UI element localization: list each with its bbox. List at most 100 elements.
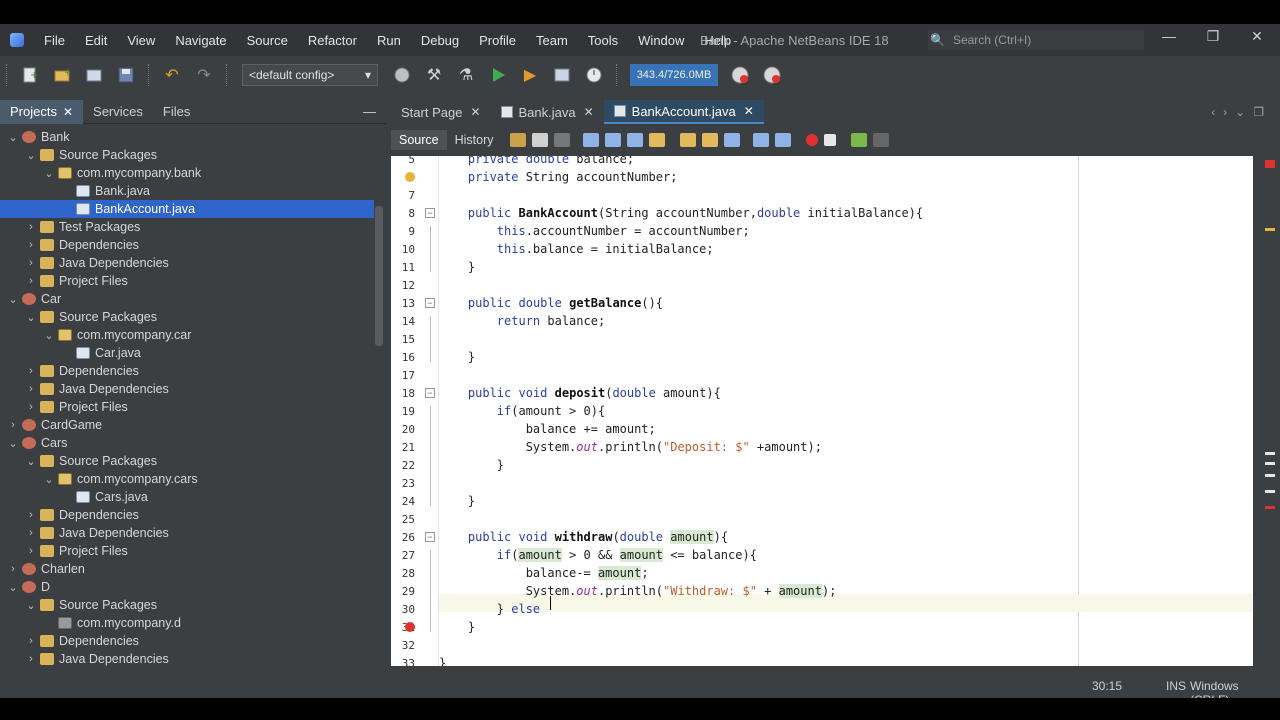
tree-project-item[interactable]: ⌄ Car xyxy=(0,290,374,308)
debug-icon[interactable]: ▶ xyxy=(518,63,542,87)
config-select[interactable]: <default config> ▾ xyxy=(242,64,378,86)
code-line[interactable]: public BankAccount(String accountNumber,… xyxy=(439,204,923,222)
code-line[interactable]: if(amount > 0 && amount <= balance){ xyxy=(439,546,757,564)
error-icon[interactable] xyxy=(405,622,415,632)
close-icon[interactable]: ✕ xyxy=(470,105,480,119)
chevron-right-icon[interactable]: › xyxy=(24,401,38,413)
run-icon[interactable] xyxy=(486,63,510,87)
stripe-mark[interactable] xyxy=(1265,490,1275,493)
globe-icon[interactable] xyxy=(390,63,414,87)
tab-projects[interactable]: Projects ✕ xyxy=(0,99,84,124)
menu-file[interactable]: File xyxy=(34,33,75,48)
code-line[interactable]: balance += amount; xyxy=(439,420,656,438)
back-icon[interactable] xyxy=(531,133,548,147)
menu-view[interactable]: View xyxy=(117,33,165,48)
code-line[interactable]: System.out.println("Deposit: $" +amount)… xyxy=(439,438,822,456)
source-mode-button[interactable]: Source xyxy=(391,130,447,150)
fold-toggle-icon[interactable]: − xyxy=(425,388,435,398)
next-bookmark-icon[interactable] xyxy=(701,133,718,147)
tree-node-item[interactable]: › Java Dependencies xyxy=(0,524,374,542)
chevron-down-icon[interactable]: ⌄ xyxy=(42,329,56,342)
tree-node-item[interactable]: › Java Dependencies xyxy=(0,254,374,272)
last-edit-icon[interactable] xyxy=(509,133,526,147)
chevron-down-icon[interactable]: ⌄ xyxy=(42,167,56,180)
chevron-right-icon[interactable]: › xyxy=(6,419,20,431)
minimize-panel-icon[interactable]: — xyxy=(363,104,376,119)
warning-icon[interactable] xyxy=(405,172,415,182)
save-all-icon[interactable] xyxy=(114,63,138,87)
chevron-right-icon[interactable]: › xyxy=(24,275,38,287)
chevron-down-icon[interactable]: ⌄ xyxy=(42,473,56,486)
fold-toggle-icon[interactable]: − xyxy=(425,298,435,308)
toggle-highlight-icon[interactable] xyxy=(648,133,665,147)
tab-bankaccount-java[interactable]: BankAccount.java ✕ xyxy=(603,100,764,124)
minimize-button[interactable]: — xyxy=(1154,28,1184,44)
tab-bank-java[interactable]: Bank.java ✕ xyxy=(491,100,604,124)
stripe-mark[interactable] xyxy=(1265,474,1275,477)
tree-node-item[interactable]: ⌄ Source Packages xyxy=(0,452,374,470)
code-line[interactable]: } xyxy=(439,258,475,276)
close-icon[interactable]: ✕ xyxy=(584,105,594,119)
chevron-right-icon[interactable]: › xyxy=(24,257,38,269)
menu-team[interactable]: Team xyxy=(526,33,578,48)
menu-source[interactable]: Source xyxy=(237,33,298,48)
restore-button[interactable]: ❐ xyxy=(1198,28,1228,45)
menu-navigate[interactable]: Navigate xyxy=(165,33,236,48)
code-editor[interactable]: 5678910111213141516171819202122232425262… xyxy=(391,156,1253,666)
tree-node-item[interactable]: ⌄ com.mycompany.bank xyxy=(0,164,374,182)
tree-node-item[interactable]: com.mycompany.d xyxy=(0,614,374,632)
record-macro-icon[interactable] xyxy=(805,134,818,146)
new-file-icon[interactable]: + xyxy=(18,63,42,87)
code-line[interactable]: } xyxy=(439,348,475,366)
code-line[interactable]: System.out.println("Withdraw: $" + amoun… xyxy=(439,582,836,600)
menu-run[interactable]: Run xyxy=(367,33,411,48)
chevron-down-icon[interactable]: ⌄ xyxy=(6,437,20,450)
chevron-right-icon[interactable]: › xyxy=(24,545,38,557)
chevron-right-icon[interactable]: › xyxy=(24,509,38,521)
find-next-icon[interactable] xyxy=(626,133,643,147)
tree-file-item[interactable]: BankAccount.java xyxy=(0,200,374,218)
gc-icon[interactable] xyxy=(728,63,752,87)
new-project-icon[interactable]: + xyxy=(50,63,74,87)
chevron-right-icon[interactable]: › xyxy=(24,383,38,395)
tree-node-item[interactable]: › Dependencies xyxy=(0,236,374,254)
code-line[interactable]: private String accountNumber; xyxy=(439,168,678,186)
tree-project-item[interactable]: ⌄ Cars xyxy=(0,434,374,452)
find-icon[interactable] xyxy=(582,133,599,147)
warning-stripe-mark[interactable] xyxy=(1265,228,1275,231)
tab-start-page[interactable]: Start Page ✕ xyxy=(391,100,491,124)
close-button[interactable]: ✕ xyxy=(1242,28,1272,45)
close-icon[interactable]: ✕ xyxy=(744,104,754,118)
chevron-down-icon[interactable]: ⌄ xyxy=(24,599,38,612)
profiler-icon[interactable] xyxy=(760,63,784,87)
previous-bookmark-icon[interactable] xyxy=(679,133,696,147)
code-line[interactable]: } xyxy=(439,654,446,666)
tab-services[interactable]: Services xyxy=(83,100,153,124)
build-icon[interactable]: ⚒ xyxy=(422,63,446,87)
code-line[interactable]: } xyxy=(439,456,504,474)
code-line[interactable]: this.accountNumber = accountNumber; xyxy=(439,222,750,240)
find-previous-icon[interactable] xyxy=(604,133,621,147)
chevron-down-icon[interactable]: ⌄ xyxy=(24,455,38,468)
tree-node-item[interactable]: › Java Dependencies xyxy=(0,650,374,668)
tree-node-item[interactable]: ⌄ Source Packages xyxy=(0,308,374,326)
menu-edit[interactable]: Edit xyxy=(75,33,117,48)
search-input[interactable]: 🔍 Search (Ctrl+I) xyxy=(928,30,1144,50)
code-line[interactable]: public void deposit(double amount){ xyxy=(439,384,721,402)
code-line[interactable]: public double getBalance(){ xyxy=(439,294,663,312)
shift-left-icon[interactable] xyxy=(752,133,769,147)
tree-node-item[interactable]: › Project Files xyxy=(0,272,374,290)
tree-node-item[interactable]: › Java Dependencies xyxy=(0,380,374,398)
code-line[interactable]: return balance; xyxy=(439,312,605,330)
code-line[interactable]: this.balance = initialBalance; xyxy=(439,240,714,258)
tree-project-item[interactable]: ⌄ D xyxy=(0,578,374,596)
stripe-mark[interactable] xyxy=(1265,452,1275,455)
profile-icon[interactable] xyxy=(550,63,574,87)
tree-node-item[interactable]: › Dependencies xyxy=(0,506,374,524)
fold-toggle-icon[interactable]: − xyxy=(425,532,435,542)
chevron-down-icon[interactable]: ⌄ xyxy=(6,293,20,306)
code-line[interactable]: private double balance; xyxy=(439,156,634,168)
redo-icon[interactable]: ↷ xyxy=(192,63,216,87)
tree-node-item[interactable]: ⌄ Source Packages xyxy=(0,596,374,614)
tree-file-item[interactable]: Bank.java xyxy=(0,182,374,200)
